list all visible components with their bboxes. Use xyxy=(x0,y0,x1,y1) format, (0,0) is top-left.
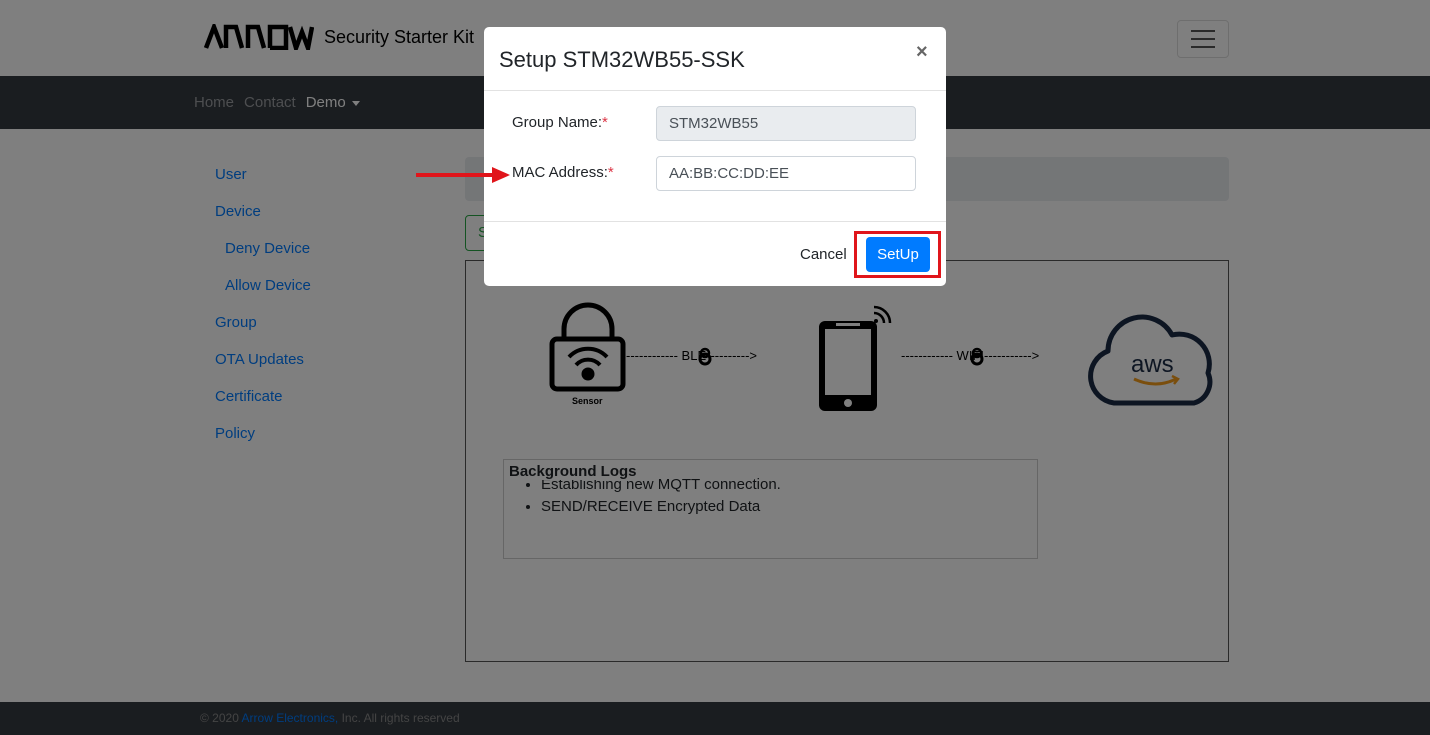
mac-address-row: MAC Address:* AA:BB:CC:DD:EE xyxy=(512,156,918,192)
red-arrow-icon xyxy=(416,167,510,183)
group-name-field[interactable]: STM32WB55 xyxy=(656,106,916,141)
group-name-row: Group Name:* STM32WB55 xyxy=(512,106,918,142)
highlight-box xyxy=(854,231,941,278)
mac-address-field[interactable]: AA:BB:CC:DD:EE xyxy=(656,156,916,191)
close-icon[interactable]: × xyxy=(916,41,928,64)
required-mark: * xyxy=(602,114,608,131)
group-name-label: Group Name:* xyxy=(512,114,608,131)
mac-address-label: MAC Address:* xyxy=(512,164,614,181)
required-mark: * xyxy=(607,164,614,181)
modal-header: Setup STM32WB55-SSK × xyxy=(484,27,946,91)
modal-title: Setup STM32WB55-SSK xyxy=(499,47,745,72)
cancel-button[interactable]: Cancel xyxy=(800,246,847,263)
